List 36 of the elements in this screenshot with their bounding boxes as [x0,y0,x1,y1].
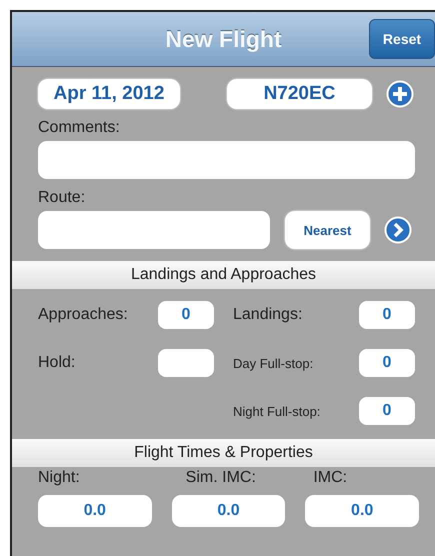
field-label: Night Full-stop: [233,404,320,418]
date-field[interactable]: Apr 11, 2012 [38,79,180,109]
nearest-button[interactable]: Nearest [285,211,370,249]
section-title: Landings and Approaches [130,266,316,284]
number-field[interactable]: 0 [158,301,214,329]
field-value: 0.0 [217,502,240,520]
reset-button[interactable]: Reset [369,19,435,59]
field-value: 0 [382,402,392,420]
field-label: IMC: [312,469,348,487]
field-value: 0 [382,306,392,324]
time-field[interactable]: 0.0 [172,495,286,527]
field-value: 0 [382,354,392,372]
field-value: 0.0 [84,502,106,520]
field-label: Sim. IMC: [184,469,257,487]
number-field[interactable]: 0 [359,397,415,425]
field-label: Day Full-stop: [233,356,314,370]
chevron-right-icon[interactable] [384,216,412,244]
number-field[interactable]: 0 [359,301,415,329]
aircraft-field[interactable]: N720EC [227,79,372,109]
time-field[interactable]: 0.0 [38,495,152,527]
field-label: Night: [38,469,81,487]
number-field[interactable]: 0 [359,349,415,377]
field-label: Landings: [233,306,302,324]
field-value: 0 [182,306,190,324]
field-value: 0.0 [351,502,374,520]
add-icon[interactable] [386,80,414,108]
comments-field[interactable] [38,141,415,179]
section-title: Flight Times & Properties [134,444,313,462]
nav-title: New Flight [165,26,282,52]
field-label: Hold: [38,354,76,372]
time-field[interactable]: 0.0 [305,495,420,527]
field-label: Approaches: [38,306,128,324]
comments-label: Comments: [38,119,121,137]
number-field[interactable] [158,349,214,377]
route-field[interactable] [38,211,270,249]
route-label: Route: [38,189,86,207]
